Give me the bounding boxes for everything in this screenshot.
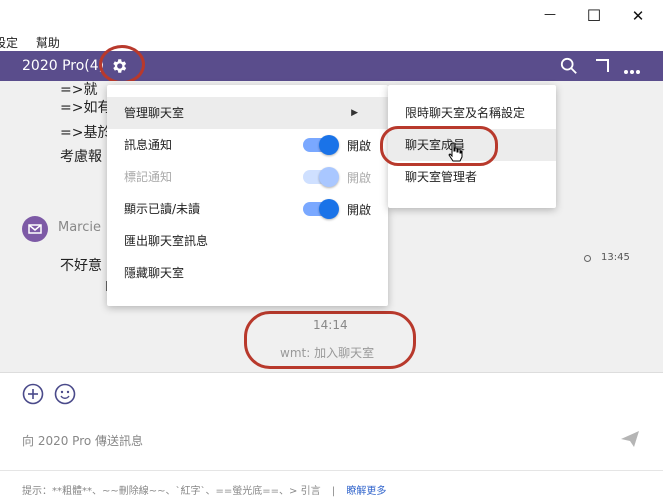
composer-divider [0, 372, 663, 373]
message-input[interactable]: 向 2020 Pro 傳送訊息 [22, 432, 143, 449]
submenu-admins-label: 聊天室管理者 [405, 170, 478, 184]
maximize-button[interactable]: ☐ [584, 6, 604, 26]
corner-icon[interactable] [594, 58, 610, 77]
format-hint-text: 提示：**粗體**、~~刪除線~~、`紅字`、==螢光底==、> 引言 [22, 486, 321, 497]
system-message-highlight [244, 311, 416, 369]
read-state: 開啟 [347, 203, 372, 217]
mark-state: 開啟 [347, 171, 372, 185]
message-line: 考慮報 [60, 149, 102, 165]
title-bar [0, 0, 663, 32]
notify-toggle[interactable] [303, 135, 339, 155]
menu-export-messages[interactable]: 匯出聊天室訊息 [107, 225, 388, 257]
menu-notify-label: 訊息通知 [124, 138, 173, 152]
notify-state: 開啟 [347, 139, 372, 153]
read-status-icon [584, 255, 591, 262]
menu-mark-label: 標記通知 [124, 170, 173, 184]
chevron-right-icon: ▶ [351, 108, 358, 118]
menu-mark-notify: 標記通知 [107, 161, 388, 193]
search-icon[interactable] [560, 57, 578, 78]
toggle-knob [319, 199, 339, 219]
message-time: 13:45 [601, 252, 630, 263]
send-icon[interactable] [620, 430, 640, 451]
menu-settings[interactable]: 設定 [0, 36, 18, 50]
message-line: =>基於 [60, 125, 112, 141]
mark-toggle [303, 167, 339, 187]
hint-separator: | [331, 486, 336, 497]
read-toggle[interactable] [303, 199, 339, 219]
avatar-icon [22, 216, 48, 242]
members-highlight [380, 126, 498, 166]
learn-more-link[interactable]: 瞭解更多 [346, 486, 386, 497]
chatroom-menu: 管理聊天室 ▶ 訊息通知 開啟 標記通知 開啟 顯示已讀/未讀 開啟 匯出聊天室… [107, 85, 388, 306]
cursor-hand-icon [447, 142, 463, 165]
menu-hide-chatroom[interactable]: 隱藏聊天室 [107, 257, 388, 289]
menu-message-notify[interactable]: 訊息通知 [107, 129, 388, 161]
menu-show-read[interactable]: 顯示已讀/未讀 [107, 193, 388, 225]
menu-help[interactable]: 幫助 [36, 36, 60, 50]
submenu-timed-label: 限時聊天室及名稱設定 [405, 106, 526, 120]
menu-hide-label: 隱藏聊天室 [124, 266, 185, 280]
menu-read-label: 顯示已讀/未讀 [124, 202, 201, 216]
minimize-button[interactable]: — [540, 4, 560, 24]
toggle-knob [319, 135, 339, 155]
add-icon[interactable] [22, 383, 44, 408]
close-button[interactable]: ✕ [628, 6, 648, 26]
submenu-timed-settings[interactable]: 限時聊天室及名稱設定 [388, 97, 556, 129]
hint-divider [0, 470, 663, 471]
emoji-icon[interactable] [54, 383, 76, 408]
more-icon[interactable] [623, 64, 641, 78]
menu-export-label: 匯出聊天室訊息 [124, 234, 209, 248]
message-line: =>如有 [60, 100, 112, 116]
menu-manage-chatroom[interactable]: 管理聊天室 ▶ [107, 97, 388, 129]
gear-highlight-ring [99, 45, 145, 84]
message-text: 不好意 [60, 258, 102, 274]
menu-bar: 設定 幫助 [0, 34, 74, 51]
sender-name: Marcie [58, 220, 101, 235]
chat-title: 2020 Pro(4) [22, 58, 105, 74]
format-hint: 提示：**粗體**、~~刪除線~~、`紅字`、==螢光底==、> 引言 | 瞭解… [22, 482, 386, 497]
toggle-knob [319, 167, 339, 187]
menu-manage-label: 管理聊天室 [124, 106, 185, 120]
